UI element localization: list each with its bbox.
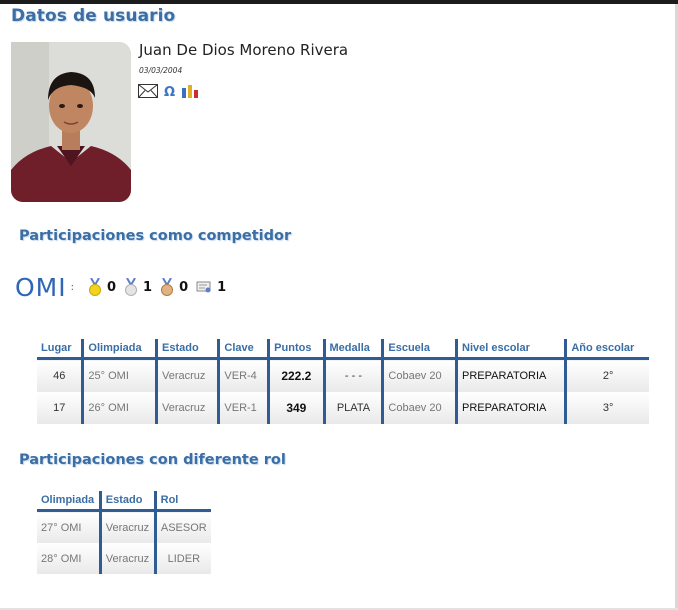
gold-count: 0 (107, 279, 117, 295)
col-estado[interactable]: Estado (155, 339, 219, 360)
table-header-row: Lugar Olimpiada Estado Clave Puntos Meda… (37, 339, 649, 360)
roles-table: Olimpiada Estado Rol 27° OMI Veracruz AS… (37, 491, 211, 574)
user-photo (11, 42, 131, 202)
competitor-heading: Participaciones como competidor (19, 228, 292, 244)
col-lugar[interactable]: Lugar (37, 339, 83, 360)
col-olimpiada[interactable]: Olimpiada (81, 339, 157, 360)
table-header-row: Olimpiada Estado Rol (37, 491, 211, 512)
cell-olimpiada[interactable]: 27° OMI (37, 510, 101, 543)
cell-ano-escolar: 3° (564, 392, 649, 424)
cell-clave: VER-1 (217, 392, 269, 424)
mention-count: 1 (217, 279, 227, 295)
cell-escuela: Cobaev 20 (381, 358, 457, 392)
user-links: Ω (138, 83, 199, 102)
cell-lugar: 17 (37, 392, 83, 424)
col-estado[interactable]: Estado (98, 491, 156, 512)
birth-date: 03/03/2004 (139, 66, 183, 75)
omi-logo: OMI (15, 272, 67, 302)
col-ano-escolar[interactable]: Año escolar (564, 339, 649, 360)
silver-medal-icon (125, 278, 138, 296)
cell-estado: Veracruz (155, 358, 219, 392)
table-row: 27° OMI Veracruz ASESOR (37, 510, 211, 543)
mention: 1 (196, 280, 226, 295)
gold-medal-icon (89, 278, 101, 296)
omi-colon: : (70, 281, 74, 293)
cell-medalla: PLATA (322, 392, 383, 424)
omegaup-icon[interactable]: Ω (164, 85, 175, 100)
cell-nivel-escolar: PREPARATORIA (455, 392, 566, 424)
cell-olimpiada[interactable]: 28° OMI (37, 543, 101, 574)
cell-medalla: - - - (322, 358, 383, 392)
user-photo-image (11, 42, 131, 202)
col-olimpiada[interactable]: Olimpiada (37, 491, 101, 512)
cell-rol: ASESOR (153, 510, 211, 543)
silver-count: 1 (143, 279, 153, 295)
cell-olimpiada[interactable]: 25° OMI (81, 358, 157, 392)
roles-heading: Participaciones con diferente rol (19, 452, 286, 468)
col-puntos[interactable]: Puntos (267, 339, 325, 360)
cell-rol: LIDER (153, 543, 211, 574)
silver-medal: 1 (124, 278, 152, 296)
mail-icon[interactable] (138, 83, 158, 102)
page-title: Datos de usuario (11, 6, 176, 26)
cell-puntos: 349 (267, 392, 325, 424)
gold-medal: 0 (88, 278, 116, 296)
cell-estado: Veracruz (98, 510, 156, 543)
table-row: 17 26° OMI Veracruz VER-1 349 PLATA Coba… (37, 392, 649, 424)
bronze-medal-icon (161, 278, 174, 296)
col-medalla[interactable]: Medalla (322, 339, 383, 360)
col-nivel-escolar[interactable]: Nivel escolar (455, 339, 566, 360)
col-rol[interactable]: Rol (153, 491, 211, 512)
medal-summary: OMI : 0 1 0 1 (15, 272, 234, 302)
cell-estado: Veracruz (98, 543, 156, 574)
table-row: 28° OMI Veracruz LIDER (37, 543, 211, 574)
cell-escuela: Cobaev 20 (381, 392, 457, 424)
cell-puntos: 222.2 (267, 358, 325, 392)
mention-icon (196, 281, 211, 293)
competitor-table: Lugar Olimpiada Estado Clave Puntos Meda… (37, 339, 649, 424)
bronze-count: 0 (179, 279, 189, 295)
cell-ano-escolar: 2° (564, 358, 649, 392)
stats-icon[interactable] (181, 83, 199, 102)
cell-olimpiada[interactable]: 26° OMI (81, 392, 157, 424)
col-clave[interactable]: Clave (217, 339, 269, 360)
cell-lugar: 46 (37, 358, 83, 392)
cell-estado: Veracruz (155, 392, 219, 424)
col-escuela[interactable]: Escuela (381, 339, 457, 360)
user-name: Juan De Dios Moreno Rivera (139, 41, 349, 59)
top-bar (0, 0, 678, 4)
bronze-medal: 0 (160, 278, 188, 296)
cell-clave: VER-4 (217, 358, 269, 392)
table-row: 46 25° OMI Veracruz VER-4 222.2 - - - Co… (37, 358, 649, 392)
cell-nivel-escolar: PREPARATORIA (455, 358, 566, 392)
